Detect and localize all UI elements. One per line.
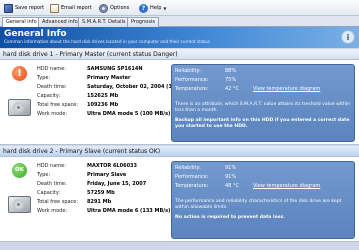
disk-2-header: hard disk drive 2 - Primary Slave (curre… (0, 146, 359, 157)
disk-panel-2: hard disk drive 2 - Primary Slave (curre… (0, 146, 359, 242)
hdd-name-value: MAXTOR 6L06033 (87, 163, 138, 169)
capacity-label: Capacity: (37, 190, 61, 196)
temperature-value: 48 °C (225, 183, 239, 189)
reliability-value: 88% (225, 68, 237, 74)
type-label: Type: (37, 172, 51, 178)
chevron-down-icon: ▼ (163, 5, 167, 11)
email-report-button[interactable]: Email report (50, 2, 92, 14)
ok-status-icon: OK (12, 163, 27, 178)
floppy-disk-icon (4, 3, 13, 13)
performance-value: 91% (225, 174, 237, 180)
death-time-label: Death time: (37, 84, 67, 90)
performance-value: 75% (225, 77, 237, 83)
tab-bar: General info Advanced info S.M.A.R.T. De… (0, 16, 359, 28)
temperature-value: 42 °C (225, 86, 239, 92)
hdd-name-label: HDD name: (37, 163, 66, 169)
disk-2-status-box: Reliability: 91% Performance: 91% Temperat… (171, 161, 355, 239)
temperature-label: Temperature: (175, 183, 209, 189)
type-label: Type: (37, 75, 51, 81)
free-space-value: 8291 Mb (87, 199, 112, 205)
help-label: Help (150, 5, 162, 11)
toolbar: Save report Email report Options ? Help … (0, 0, 359, 16)
page-subtitle: Common information about the hard disk d… (4, 39, 210, 44)
disk-panel-1: hard disk drive 1 - Primary Master (curr… (0, 49, 359, 145)
tab-advanced-info[interactable]: Advanced info (38, 17, 82, 27)
options-button[interactable]: Options (99, 2, 129, 14)
page-title: General Info (4, 29, 67, 39)
performance-label: Performance: (175, 174, 209, 180)
temperature-label: Temperature: (175, 86, 209, 92)
work-mode-label: Work mode: (37, 208, 68, 214)
hdd-name-label: HDD name: (37, 66, 66, 72)
disk-2-message: The performance and reliability characte… (175, 199, 342, 210)
info-icon: i (341, 30, 355, 44)
disk-1-advice: Backup all important info on this HDD if… (175, 118, 350, 129)
disk-1-status-box: Reliability: 88% Performance: 75% Temperat… (171, 64, 355, 142)
view-temperature-diagram-link[interactable]: View temperature diagram (253, 183, 320, 189)
help-button[interactable]: ? Help ▼ (139, 2, 166, 14)
options-label: Options (110, 5, 130, 11)
type-value: Primary Master (87, 75, 131, 81)
death-time-value: Friday, June 15, 2007 (87, 181, 147, 187)
performance-label: Performance: (175, 77, 209, 83)
save-report-label: Save report (15, 5, 45, 11)
work-mode-value: Ultra DMA mode 5 (100 MB/s) (87, 111, 171, 117)
disk-1-message: There is an attribute, which S.M.A.R.T. … (175, 102, 351, 113)
hard-drive-icon (8, 196, 31, 213)
reliability-label: Reliability: (175, 165, 201, 171)
reliability-label: Reliability: (175, 68, 201, 74)
type-value: Primary Slave (87, 172, 127, 178)
hard-drive-icon (8, 99, 31, 116)
capacity-value: 57259 Mb (87, 190, 115, 196)
tab-prognosis[interactable]: Prognosis (127, 17, 159, 27)
hdd-name-value: SAMSUNG SP1614N (87, 66, 143, 72)
capacity-value: 152625 Mb (87, 93, 119, 99)
free-space-value: 109236 Mb (87, 102, 119, 108)
gear-icon (99, 3, 108, 13)
envelope-icon (50, 3, 59, 13)
view-temperature-diagram-link[interactable]: View temperature diagram (253, 86, 320, 92)
disk-1-header: hard disk drive 1 - Primary Master (curr… (0, 49, 359, 60)
page-header: General Info Common information about th… (0, 27, 359, 48)
disk-2-advice: No action is required to prevent data lo… (175, 215, 285, 220)
danger-status-icon: ! (12, 66, 27, 81)
free-space-label: Total free space: (37, 199, 79, 205)
help-icon: ? (139, 3, 148, 13)
death-time-label: Death time: (37, 181, 67, 187)
work-mode-label: Work mode: (37, 111, 68, 117)
save-report-button[interactable]: Save report (4, 2, 44, 14)
capacity-label: Capacity: (37, 93, 61, 99)
death-time-value: Saturday, October 02, 2004 (3 ... (87, 84, 180, 90)
email-report-label: Email report (61, 5, 92, 11)
work-mode-value: Ultra DMA mode 6 (133 MB/s) (87, 208, 171, 214)
free-space-label: Total free space: (37, 102, 79, 108)
tab-smart-details[interactable]: S.M.A.R.T. Details (78, 17, 130, 27)
reliability-value: 91% (225, 165, 237, 171)
